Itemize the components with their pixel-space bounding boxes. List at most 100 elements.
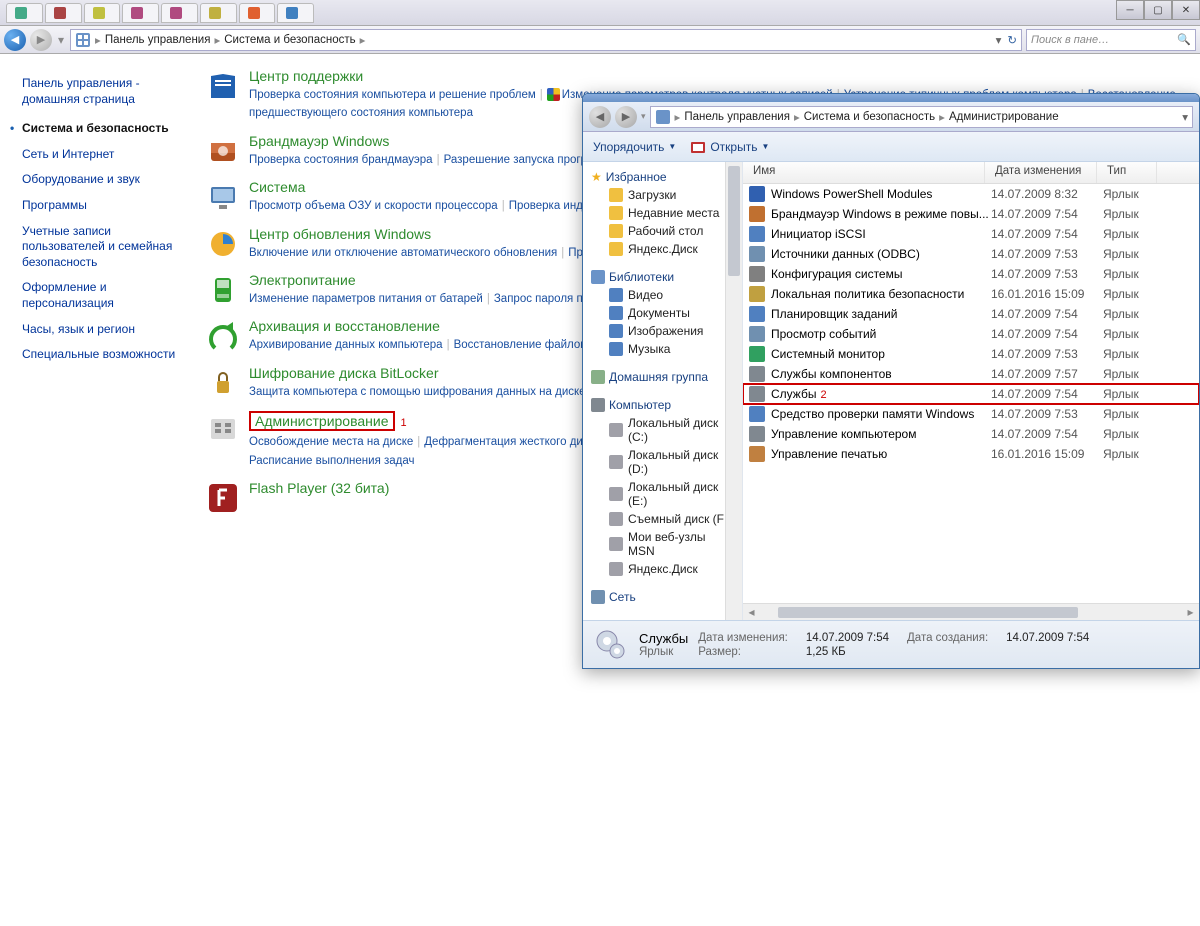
tree-group-header[interactable]: ★Избранное <box>587 168 738 186</box>
file-row[interactable]: Источники данных (ODBC)14.07.2009 7:53Яр… <box>743 244 1199 264</box>
window-minimize-button[interactable]: ─ <box>1116 0 1144 20</box>
nav-history-dropdown[interactable]: ▾ <box>58 33 64 47</box>
tree-item[interactable]: Мои веб-узлы MSN <box>587 528 738 560</box>
window-close-button[interactable]: ✕ <box>1172 0 1200 20</box>
breadcrumb[interactable]: ▸ Панель управления ▸ Система и безопасн… <box>70 29 1022 51</box>
breadcrumb-item[interactable]: Система и безопасность <box>220 34 359 46</box>
breadcrumb-dropdown-button[interactable]: ▾ <box>1182 110 1188 124</box>
tree-group-header[interactable]: Библиотеки <box>587 268 738 286</box>
tree-item[interactable]: Локальный диск (C:) <box>587 414 738 446</box>
window-maximize-button[interactable]: ▢ <box>1144 0 1172 20</box>
tree-item[interactable]: Загрузки <box>587 186 738 204</box>
breadcrumb-item[interactable]: Панель управления <box>101 34 215 46</box>
category-link[interactable]: Освобождение места на диске <box>249 436 413 448</box>
file-icon <box>749 286 765 302</box>
breadcrumb-item[interactable]: Система и безопасность <box>800 111 939 123</box>
file-name: Брандмауэр Windows в режиме повы... <box>771 207 991 221</box>
file-row[interactable]: Инициатор iSCSI14.07.2009 7:54Ярлык <box>743 224 1199 244</box>
file-row[interactable]: Конфигурация системы14.07.2009 7:53Ярлык <box>743 264 1199 284</box>
sidebar-item[interactable]: Система и безопасность <box>22 121 183 137</box>
horizontal-scrollbar[interactable]: ◂ ▸ <box>743 603 1199 620</box>
browser-tab[interactable] <box>239 3 276 23</box>
category-link[interactable]: Просмотр объема ОЗУ и скорости процессор… <box>249 200 498 212</box>
browser-tab[interactable] <box>6 3 43 23</box>
explorer-nav-bar: ◀ ▶ ▾ ▸ Панель управления ▸ Система и бе… <box>0 26 1200 54</box>
tree-item[interactable]: Рабочий стол <box>587 222 738 240</box>
tree-item[interactable]: Музыка <box>587 340 738 358</box>
tree-group-header[interactable]: Сеть <box>587 588 738 606</box>
category-link[interactable]: Защита компьютера с помощью шифрования д… <box>249 386 586 398</box>
tree-group-header[interactable]: Компьютер <box>587 396 738 414</box>
sidebar-item[interactable]: Часы, язык и регион <box>22 322 183 338</box>
file-row[interactable]: Брандмауэр Windows в режиме повы...14.07… <box>743 204 1199 224</box>
sidebar-home-link[interactable]: Панель управления - домашняя страница <box>22 76 183 107</box>
file-row[interactable]: Средство проверки памяти Windows14.07.20… <box>743 404 1199 424</box>
tree-group-header[interactable]: Домашняя группа <box>587 368 738 386</box>
window-titlebar[interactable] <box>583 94 1199 102</box>
browser-tab[interactable] <box>45 3 82 23</box>
category-link[interactable]: Изменение параметров питания от батарей <box>249 293 483 305</box>
file-name: Инициатор iSCSI <box>771 227 991 241</box>
browser-tab[interactable] <box>84 3 121 23</box>
category-link[interactable]: Архивирование данных компьютера <box>249 339 443 351</box>
refresh-button[interactable]: ↻ <box>1007 33 1017 47</box>
browser-tab[interactable] <box>122 3 159 23</box>
file-row[interactable]: Просмотр событий14.07.2009 7:54Ярлык <box>743 324 1199 344</box>
file-row[interactable]: Управление компьютером14.07.2009 7:54Ярл… <box>743 424 1199 444</box>
category-link[interactable]: Проверка состояния компьютера и решение … <box>249 89 536 101</box>
sidebar-item[interactable]: Специальные возможности <box>22 347 183 363</box>
file-row[interactable]: Службы компонентов14.07.2009 7:57Ярлык <box>743 364 1199 384</box>
file-row[interactable]: Windows PowerShell Modules14.07.2009 8:3… <box>743 184 1199 204</box>
open-button[interactable]: Открыть ▼ <box>690 139 769 155</box>
category-title[interactable]: Администрирование <box>249 411 395 431</box>
tree-item[interactable]: Съемный диск (F:) <box>587 510 738 528</box>
tree-item[interactable]: Яндекс.Диск <box>587 240 738 258</box>
sidebar-item[interactable]: Оборудование и звук <box>22 172 183 188</box>
breadcrumb-item[interactable]: Администрирование <box>945 111 1063 123</box>
tree-item[interactable]: Документы <box>587 304 738 322</box>
file-type: Ярлык <box>1103 407 1163 421</box>
tree-item[interactable]: Изображения <box>587 322 738 340</box>
nav-back-button[interactable]: ◀ <box>4 29 26 51</box>
nav-forward-button[interactable]: ▶ <box>30 29 52 51</box>
file-name: Управление компьютером <box>771 427 991 441</box>
file-icon <box>749 266 765 282</box>
category-icon <box>205 365 241 401</box>
category-link[interactable]: Дефрагментация жесткого диска <box>424 436 600 448</box>
control-panel-icon <box>655 109 671 125</box>
sidebar-item[interactable]: Сеть и Интернет <box>22 147 183 163</box>
tree-item[interactable]: Локальный диск (D:) <box>587 446 738 478</box>
category-link[interactable]: Расписание выполнения задач <box>249 455 415 467</box>
sidebar-item[interactable]: Программы <box>22 198 183 214</box>
file-row[interactable]: Локальная политика безопасности16.01.201… <box>743 284 1199 304</box>
breadcrumb-dropdown-button[interactable]: ▾ <box>996 33 1002 47</box>
tree-item[interactable]: Видео <box>587 286 738 304</box>
tree-item[interactable]: Недавние места <box>587 204 738 222</box>
nav-history-dropdown[interactable]: ▾ <box>641 111 646 122</box>
organize-button[interactable]: Упорядочить ▼ <box>593 140 676 154</box>
col-header-name[interactable]: Имя <box>743 162 985 183</box>
search-input[interactable]: Поиск в пане… 🔍 <box>1026 29 1196 51</box>
col-header-type[interactable]: Тип <box>1097 162 1157 183</box>
category-link[interactable]: Включение или отключение автоматического… <box>249 247 557 259</box>
browser-tab[interactable] <box>161 3 198 23</box>
tree-item[interactable]: Яндекс.Диск <box>587 560 738 578</box>
file-row[interactable]: Службы214.07.2009 7:54Ярлык <box>743 384 1199 404</box>
browser-tab[interactable] <box>200 3 237 23</box>
file-row[interactable]: Управление печатью16.01.2016 15:09Ярлык <box>743 444 1199 464</box>
breadcrumb[interactable]: ▸ Панель управления ▸ Система и безопасн… <box>650 106 1193 128</box>
browser-tab[interactable] <box>277 3 314 23</box>
file-row[interactable]: Системный монитор14.07.2009 7:53Ярлык <box>743 344 1199 364</box>
nav-back-button[interactable]: ◀ <box>589 106 611 128</box>
file-type: Ярлык <box>1103 227 1163 241</box>
col-header-date[interactable]: Дата изменения <box>985 162 1097 183</box>
breadcrumb-item[interactable]: Панель управления <box>680 111 794 123</box>
file-row[interactable]: Планировщик заданий14.07.2009 7:54Ярлык <box>743 304 1199 324</box>
sidebar-item[interactable]: Учетные записи пользователей и семейная … <box>22 224 183 271</box>
tree-item[interactable]: Локальный диск (E:) <box>587 478 738 510</box>
category-link[interactable]: Проверка состояния брандмауэра <box>249 154 433 166</box>
category-title[interactable]: Центр поддержки <box>249 68 1190 84</box>
tree-scrollbar[interactable] <box>725 162 742 620</box>
nav-forward-button[interactable]: ▶ <box>615 106 637 128</box>
sidebar-item[interactable]: Оформление и персонализация <box>22 280 183 311</box>
